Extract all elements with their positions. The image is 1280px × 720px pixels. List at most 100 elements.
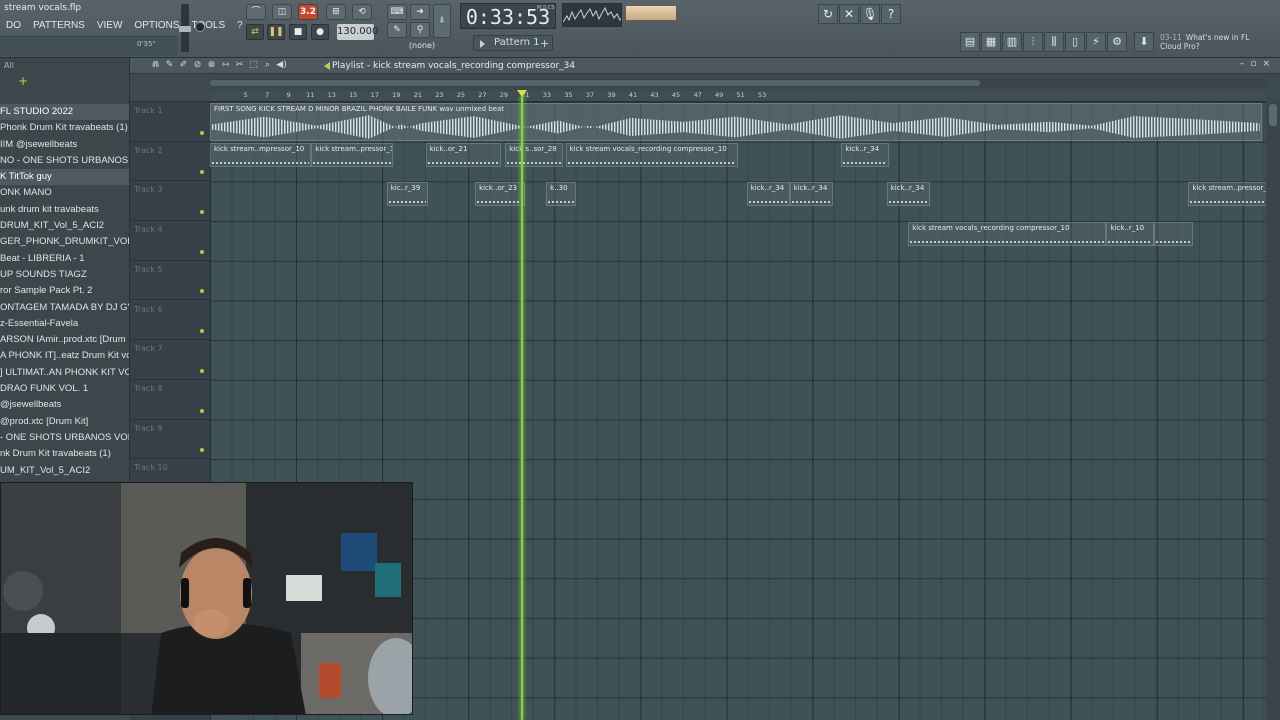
pattern-clip[interactable]: kick..r_34 bbox=[841, 142, 889, 167]
menu-tools[interactable]: TOOLS bbox=[185, 18, 231, 34]
select-icon[interactable]: ⬚ bbox=[248, 60, 259, 71]
mute-tool-icon[interactable]: ⊗ bbox=[206, 60, 217, 71]
pattern-clip[interactable]: kick stream..pressor_10 bbox=[1188, 182, 1266, 207]
piano-roll-icon[interactable]: ▦ bbox=[981, 32, 1001, 52]
audio-clip[interactable]: FIRST SONG KICK STREAM D MINOR BRAZIL PH… bbox=[210, 103, 1262, 141]
browser-item[interactable]: unk drum kit travabeats bbox=[0, 202, 129, 218]
track-active-indicator[interactable] bbox=[200, 249, 204, 254]
metronome-icon[interactable]: ⌒ bbox=[246, 4, 266, 20]
pattern-clip[interactable]: kic..r_39 bbox=[386, 182, 428, 207]
plugin-icon[interactable]: ⚡ bbox=[1086, 32, 1106, 52]
track-header[interactable]: Track 3 bbox=[130, 181, 210, 222]
pattern-clip[interactable]: kick..or_23 bbox=[475, 182, 525, 207]
browser-item[interactable]: ARSON IAmir..prod.xtc [Drum Kit] bbox=[0, 332, 129, 348]
refresh-icon[interactable]: ↻ bbox=[818, 4, 838, 24]
window-controls[interactable]: –▫× bbox=[1240, 59, 1276, 69]
arrow-icon[interactable]: ➜ bbox=[410, 4, 430, 20]
browser-item[interactable]: ] ULTIMAT..AN PHONK KIT VOL. 3 bbox=[0, 365, 129, 381]
track-active-indicator[interactable] bbox=[200, 408, 204, 413]
pattern-song-toggle[interactable]: ⇄ bbox=[246, 24, 264, 40]
channel-rack-icon[interactable]: ▥ bbox=[1002, 32, 1022, 52]
file-icon[interactable]: ▯ bbox=[1065, 32, 1085, 52]
track-header[interactable]: Track 5 bbox=[130, 261, 210, 301]
track-active-indicator[interactable] bbox=[200, 448, 204, 453]
stop-icon[interactable]: ■ bbox=[289, 24, 307, 40]
browser-item[interactable]: K TitTok guy bbox=[0, 169, 129, 186]
track-header[interactable]: Track 2 bbox=[130, 142, 210, 182]
wait-input-icon[interactable]: ◫ bbox=[272, 4, 292, 20]
menu-file[interactable]: DO bbox=[0, 18, 27, 34]
browser-item[interactable]: ONTAGEM TAMADA BY DJ GVX bbox=[0, 300, 129, 316]
browser-item[interactable]: GER_PHONK_DRUMKIT_VOL_3 bbox=[0, 234, 129, 250]
typing-keyboard-icon[interactable]: ⌨ bbox=[387, 4, 407, 20]
browser-item[interactable]: FL STUDIO 2022 bbox=[0, 104, 129, 121]
pattern-clip[interactable]: kick..or_21 bbox=[425, 142, 501, 167]
zoom-icon[interactable]: ⌕ bbox=[262, 60, 273, 71]
pattern-clip[interactable]: kick..r_10 bbox=[1106, 222, 1154, 247]
timeline-ruler[interactable]: 5 7 9 11 13 15 17 19 21 23 25 27 29 31 33 35 37 39 41 43 45 4… bbox=[210, 91, 1266, 102]
horizontal-scrollbar[interactable] bbox=[210, 78, 1266, 88]
add-pattern-button[interactable]: + bbox=[540, 37, 549, 50]
help-icon[interactable]: ? bbox=[881, 4, 901, 24]
menu-options[interactable]: OPTIONS bbox=[128, 18, 185, 34]
slice-icon[interactable]: ✂ bbox=[234, 60, 245, 71]
browser-item[interactable]: ONK MANO bbox=[0, 185, 129, 201]
browser-item[interactable]: DRAO FUNK VOL. 1 bbox=[0, 381, 129, 397]
step-edit-icon[interactable]: ⊞ bbox=[326, 4, 346, 20]
track-header[interactable]: Track 9 bbox=[130, 420, 210, 460]
tempo-field[interactable]: 130.000 bbox=[337, 24, 378, 40]
browser-icon[interactable]: ⫼ bbox=[1044, 32, 1064, 52]
draw-tool-icon[interactable]: ✎ bbox=[387, 22, 407, 38]
slip-icon[interactable]: ⇿ bbox=[220, 60, 231, 71]
track-active-indicator[interactable] bbox=[200, 368, 204, 373]
pattern-clip[interactable]: kick stream..pressor_10 bbox=[311, 142, 394, 167]
loop-record-icon[interactable]: ⟲ bbox=[352, 4, 372, 20]
link-icon[interactable]: ⚲ bbox=[410, 22, 430, 38]
browser-item[interactable]: @jsewellbeats bbox=[0, 397, 129, 413]
browser-item[interactable]: z-Essential-Favela bbox=[0, 316, 129, 332]
browser-filter[interactable]: All bbox=[0, 58, 129, 74]
master-volume-slider[interactable] bbox=[179, 4, 191, 52]
tempo-tap-icon[interactable]: ⚙ bbox=[1107, 32, 1127, 52]
delete-icon[interactable]: ⊘ bbox=[192, 60, 203, 71]
track-header[interactable]: Track 4 bbox=[130, 221, 210, 261]
pattern-clip[interactable]: kick stream..mpressor_10 bbox=[210, 142, 312, 167]
pencil-icon[interactable]: ✎ bbox=[164, 60, 175, 71]
track-header[interactable]: Track 1 bbox=[130, 102, 210, 142]
menu-view[interactable]: VIEW bbox=[91, 18, 129, 34]
download-icon[interactable]: ⬇ bbox=[1134, 32, 1154, 52]
mute-icon[interactable]: ✕ bbox=[839, 4, 859, 24]
track-header[interactable]: Track 7 bbox=[130, 340, 210, 380]
microphone-icon[interactable]: 🎙 bbox=[860, 4, 880, 24]
browser-item[interactable]: A PHONK IT]..eatz Drum Kit vol 1 bbox=[0, 348, 129, 364]
master-pitch-knob[interactable] bbox=[195, 22, 205, 32]
pattern-clip[interactable]: kick..r_34 bbox=[746, 182, 790, 207]
pattern-clip[interactable] bbox=[1153, 222, 1193, 247]
browser-item[interactable]: UM_KIT_Vol_5_ACI2 bbox=[0, 463, 129, 479]
countdown-record-button[interactable]: 3.2 bbox=[298, 4, 318, 20]
track-header[interactable]: Track 6 bbox=[130, 301, 210, 341]
browser-item[interactable]: DRUM_KIT_Vol_5_ACI2 bbox=[0, 218, 129, 234]
track-active-indicator[interactable] bbox=[200, 130, 204, 135]
playlist-icon[interactable]: ▤ bbox=[960, 32, 980, 52]
browser-item[interactable]: ror Sample Pack Pt. 2 bbox=[0, 283, 129, 299]
snap-select[interactable]: (none) bbox=[406, 40, 438, 52]
mixer-icon[interactable]: ⍋ bbox=[433, 4, 451, 38]
pattern-clip[interactable]: k..30 bbox=[546, 182, 577, 207]
record-icon[interactable]: ● bbox=[311, 24, 329, 40]
mixer-window-icon[interactable]: ⫶ bbox=[1023, 32, 1043, 52]
add-folder-icon[interactable]: + bbox=[18, 74, 28, 88]
track-active-indicator[interactable] bbox=[200, 210, 204, 215]
browser-item[interactable]: @prod.xtc [Drum Kit] bbox=[0, 414, 129, 430]
pattern-clip[interactable]: kick stream vocals_recording compressor_… bbox=[908, 222, 1107, 247]
pause-icon[interactable]: ❚❚ bbox=[267, 24, 285, 40]
browser-item[interactable]: Beat - LIBRERIA - 1 bbox=[0, 251, 129, 267]
track-header[interactable]: Track 8 bbox=[130, 380, 210, 420]
pattern-clip[interactable]: kick stream vocals_recording compressor_… bbox=[565, 142, 738, 167]
news-panel[interactable]: 03-11 What's new in FL Cloud Pro? bbox=[1160, 33, 1270, 51]
pattern-clip[interactable]: kick..r_34 bbox=[789, 182, 833, 207]
browser-item[interactable]: NO - ONE SHOTS URBANOS VOL. 2 bbox=[0, 153, 129, 169]
browser-item[interactable]: Phonk Drum Kit travabeats (1) bbox=[0, 120, 129, 136]
track-active-indicator[interactable] bbox=[200, 170, 204, 175]
browser-item[interactable]: nk Drum Kit travabeats (1) bbox=[0, 446, 129, 462]
